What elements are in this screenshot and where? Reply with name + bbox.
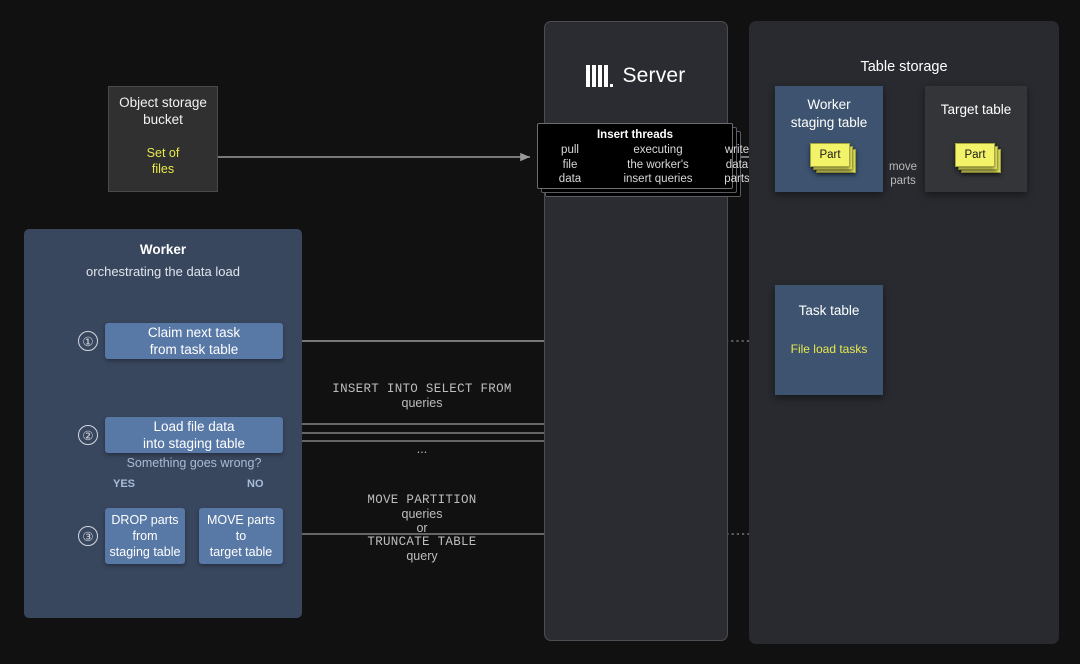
move-query-label: MOVE PARTITION queries or TRUNCATE TABLE…	[322, 493, 522, 563]
insert-threads-left-label: pull file data	[546, 143, 594, 187]
step2-line1: Load file data	[153, 419, 234, 434]
step-claim-next-task[interactable]: Claim next task from task table	[105, 323, 283, 359]
condition-label: Something goes wrong?	[105, 456, 283, 470]
move-partition-text: MOVE PARTITION	[322, 493, 522, 507]
insert-threads-box: Insert threads pull file data executing …	[537, 123, 733, 189]
step3b-line1: MOVE parts	[207, 513, 275, 527]
object-storage-title-line2: bucket	[143, 112, 183, 127]
yes-branch-label: YES	[113, 478, 135, 490]
object-storage-title-line1: Object storage	[119, 95, 207, 110]
target-part-label: Part	[955, 143, 995, 167]
worker-staging-table: Worker staging table	[775, 86, 883, 192]
target-table: Target table	[925, 86, 1027, 192]
step3a-line1: DROP parts	[111, 513, 178, 527]
step2-line2: into staging table	[143, 436, 245, 451]
write-line2: data	[726, 159, 748, 171]
staging-part-stack: Part	[810, 143, 856, 173]
insert-query-label: INSERT INTO SELECT FROM queries	[322, 382, 522, 410]
insert-query-text: INSERT INTO SELECT FROM	[322, 382, 522, 396]
or-separator: or	[322, 521, 522, 535]
move-parts-label: move parts	[880, 160, 926, 188]
insert-threads-description: executing the worker's insert queries	[596, 143, 720, 187]
write-line1: write	[725, 144, 749, 156]
step3a-line3: staging table	[110, 545, 181, 559]
insert-ellipsis-label: ...	[322, 442, 522, 456]
step-drop-parts[interactable]: DROP parts from staging table	[105, 508, 185, 564]
step1-line1: Claim next task	[148, 325, 240, 340]
step3b-line3: target table	[210, 545, 273, 559]
truncate-table-text: TRUNCATE TABLE	[322, 535, 522, 549]
truncate-table-sub: query	[322, 549, 522, 563]
object-storage-subtitle: Set of files	[109, 145, 217, 177]
clickhouse-logo-icon	[586, 65, 613, 87]
table-storage-title: Table storage	[749, 59, 1059, 75]
step1-line2: from task table	[150, 342, 239, 357]
pull-line2: file	[563, 159, 578, 171]
staging-part-label: Part	[810, 143, 850, 167]
desc-line1: executing	[633, 144, 682, 156]
move-parts-line2: parts	[890, 175, 916, 187]
pull-line3: data	[559, 173, 581, 185]
task-table: Task table File load tasks	[775, 285, 883, 395]
staging-title-line1: Worker	[807, 97, 850, 112]
server-header: Server	[545, 64, 727, 88]
move-partition-sub: queries	[322, 507, 522, 521]
desc-line3: insert queries	[623, 173, 692, 185]
write-line3: parts	[724, 173, 750, 185]
diagram-canvas: Object storage bucket Set of files Worke…	[0, 0, 1080, 664]
worker-subtitle: orchestrating the data load	[24, 264, 302, 279]
set-of-files-line2: files	[152, 162, 174, 176]
server-title: Server	[622, 64, 685, 88]
step-number-1: ①	[78, 331, 98, 351]
desc-line2: the worker's	[627, 159, 689, 171]
step-number-2: ②	[78, 425, 98, 445]
server-panel: Server	[544, 21, 728, 641]
pull-line1: pull	[561, 144, 579, 156]
object-storage-bucket: Object storage bucket Set of files	[108, 86, 218, 192]
worker-title: Worker	[24, 242, 302, 257]
step-load-file-data[interactable]: Load file data into staging table	[105, 417, 283, 453]
object-storage-title: Object storage bucket	[109, 94, 217, 128]
task-table-title: Task table	[775, 303, 883, 318]
move-parts-line1: move	[889, 161, 917, 173]
target-table-title: Target table	[925, 102, 1027, 117]
insert-query-sub: queries	[322, 396, 522, 410]
step3b-line2: to	[236, 529, 246, 543]
step-number-3: ③	[78, 526, 98, 546]
staging-table-title: Worker staging table	[775, 96, 883, 132]
staging-title-line2: staging table	[791, 115, 868, 130]
task-table-subtitle: File load tasks	[775, 342, 883, 356]
set-of-files-line1: Set of	[147, 146, 180, 160]
insert-threads-heading: Insert threads	[538, 129, 732, 141]
no-branch-label: NO	[247, 478, 264, 490]
step3a-line2: from	[132, 529, 157, 543]
step-move-parts[interactable]: MOVE parts to target table	[199, 508, 283, 564]
target-part-stack: Part	[955, 143, 1001, 173]
